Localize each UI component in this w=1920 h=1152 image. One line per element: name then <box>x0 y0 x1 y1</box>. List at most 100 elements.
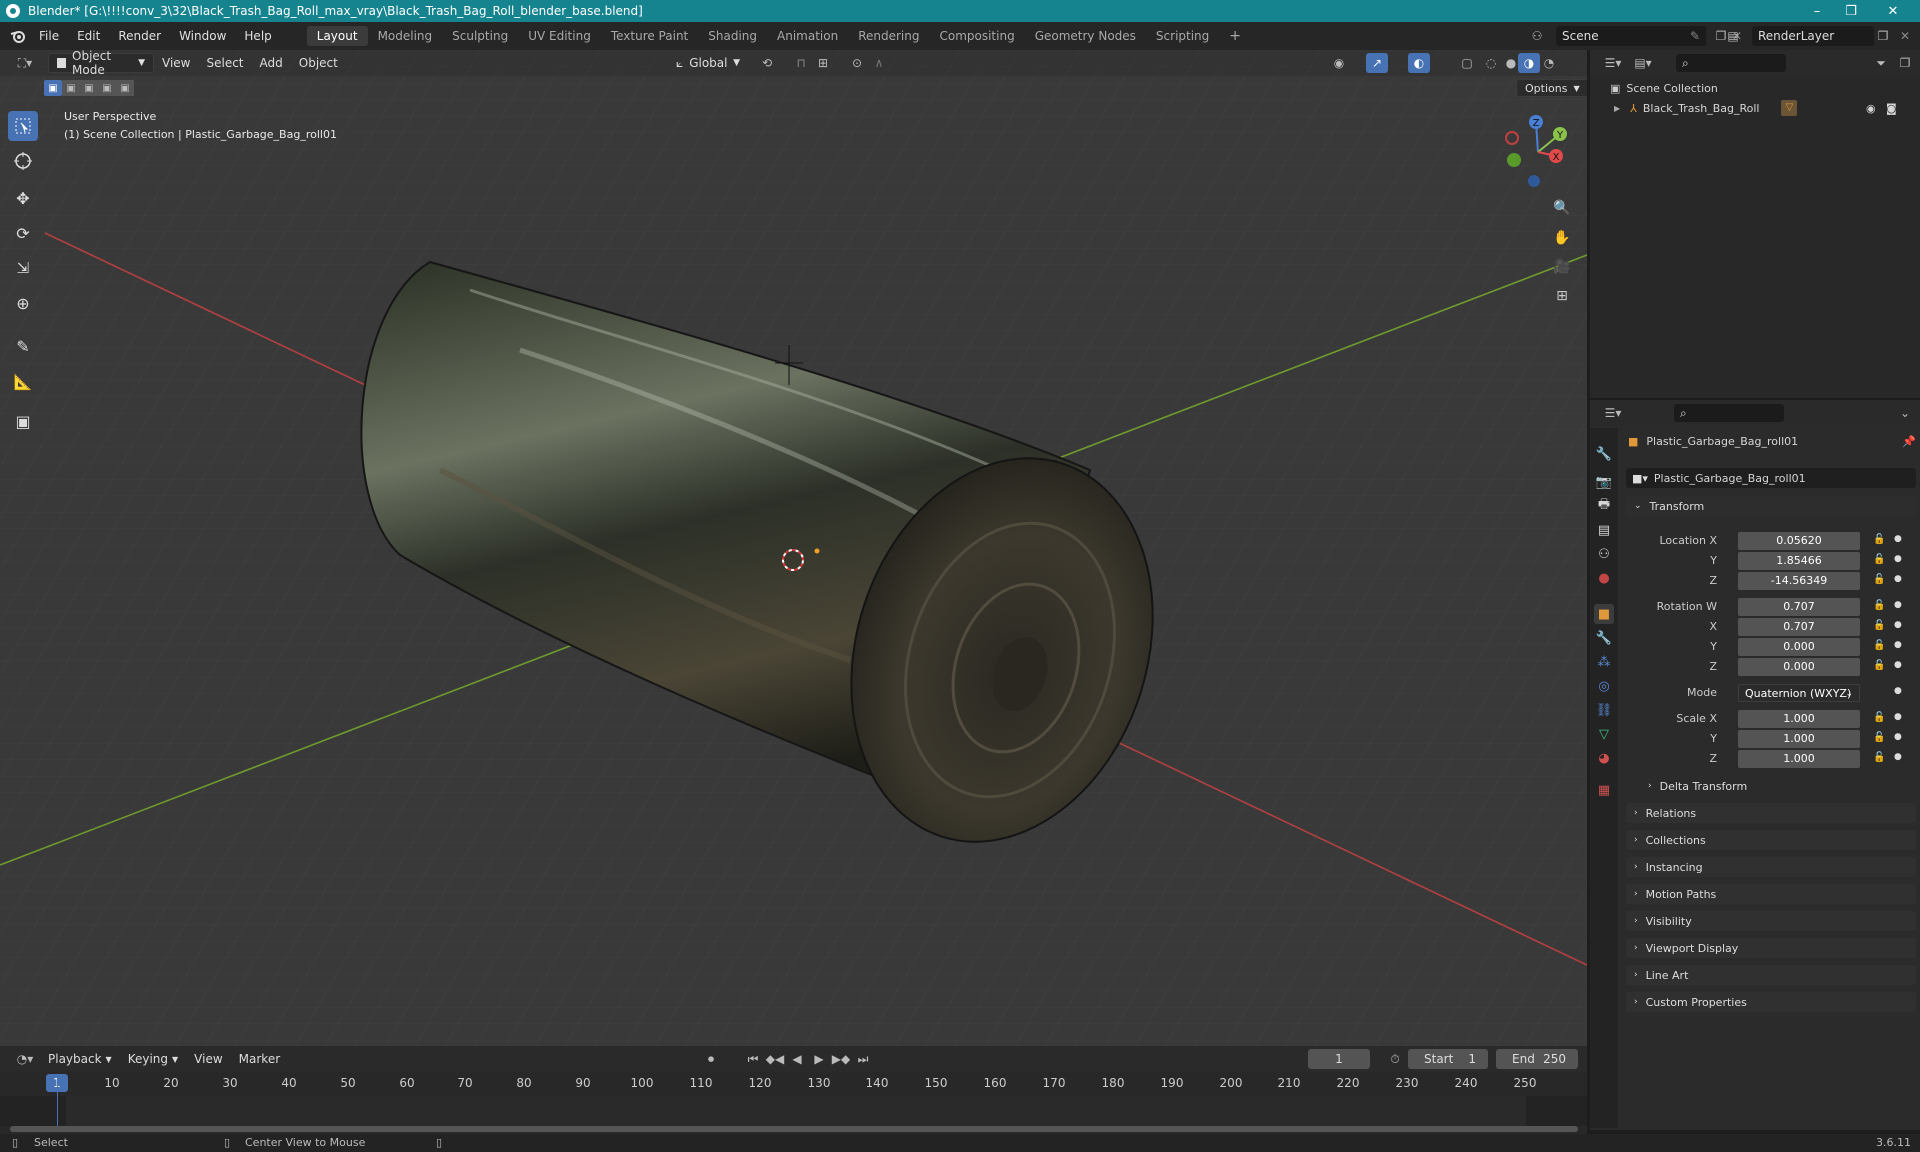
minimize-button[interactable]: – <box>1800 0 1834 22</box>
modifier-tab-icon[interactable]: 🔧 <box>1594 628 1614 648</box>
lock-icon[interactable]: 🔓 <box>1873 712 1885 723</box>
menu-help[interactable]: Help <box>235 29 280 43</box>
tab-sculpting[interactable]: Sculpting <box>442 26 518 46</box>
camera-view-icon[interactable]: 🎥 <box>1550 255 1574 279</box>
select-box-tool[interactable] <box>8 111 38 141</box>
expand-arrow-icon[interactable]: ▶ <box>1614 104 1620 113</box>
viewport-menu-add[interactable]: Add <box>252 53 291 73</box>
display-mode-icon[interactable]: ▤▾ <box>1628 53 1658 73</box>
collections-panel[interactable]: › Collections <box>1626 830 1916 850</box>
rotate-tool[interactable]: ⟳ <box>8 218 38 248</box>
annotate-tool[interactable]: ✎ <box>8 331 38 361</box>
end-frame-field[interactable]: End 250 <box>1496 1049 1578 1069</box>
constraints-tab-icon[interactable]: ⛓ <box>1594 700 1614 720</box>
viewport-menu-select[interactable]: Select <box>198 53 251 73</box>
menu-edit[interactable]: Edit <box>68 29 109 43</box>
overlay-toggle-icon[interactable]: ◐ <box>1408 53 1430 73</box>
measure-tool[interactable]: 📐 <box>8 367 38 397</box>
add-cube-tool[interactable]: ▣ <box>8 406 38 436</box>
tab-compositing[interactable]: Compositing <box>929 26 1024 46</box>
editor-type-icon[interactable]: ⛶▾ <box>10 53 40 73</box>
scale-y-field[interactable]: 1.000 <box>1738 730 1860 748</box>
timeline-editor-type-icon[interactable]: ◔▾ <box>10 1049 40 1069</box>
lock-icon[interactable]: 🔓 <box>1873 660 1885 671</box>
physics-tab-icon[interactable]: ◎ <box>1594 676 1614 696</box>
visibility-panel[interactable]: › Visibility <box>1626 911 1916 931</box>
cursor-tool[interactable] <box>8 146 38 176</box>
line-art-panel[interactable]: › Line Art <box>1626 965 1916 985</box>
prev-keyframe-icon[interactable]: ◆◀ <box>764 1049 786 1069</box>
tool-tab-icon[interactable]: 🔧 <box>1594 444 1614 464</box>
lock-icon[interactable]: 🔓 <box>1873 554 1885 565</box>
viewport-canvas[interactable] <box>0 50 1587 1046</box>
delete-render-layer-icon[interactable]: ✕ <box>1894 26 1916 46</box>
tab-scripting[interactable]: Scripting <box>1146 26 1219 46</box>
zoom-icon[interactable]: 🔍 <box>1550 196 1574 220</box>
lock-icon[interactable]: 🔓 <box>1873 640 1885 651</box>
object-tab-icon[interactable]: ■ <box>1594 604 1614 624</box>
current-frame-field[interactable]: 1 <box>1308 1049 1370 1069</box>
scale-z-field[interactable]: 1.000 <box>1738 750 1860 768</box>
gizmo-neg-y-axis[interactable] <box>1507 153 1521 167</box>
lock-icon[interactable]: 🔓 <box>1873 752 1885 763</box>
render-layer-selector[interactable]: RenderLayer <box>1752 26 1874 46</box>
keyframe-dot[interactable]: ● <box>1894 732 1902 742</box>
keyframe-dot[interactable]: ● <box>1894 660 1902 670</box>
rotation-z-field[interactable]: 0.000 <box>1738 658 1860 676</box>
jump-end-icon[interactable]: ⏭ <box>852 1049 874 1069</box>
timeline-menu-marker[interactable]: Marker <box>231 1049 288 1069</box>
location-x-field[interactable]: 0.05620 <box>1738 532 1860 550</box>
scale-tool[interactable]: ⇲ <box>8 253 38 283</box>
menu-window[interactable]: Window <box>170 29 235 43</box>
instancing-panel[interactable]: › Instancing <box>1626 857 1916 877</box>
material-tab-icon[interactable]: ◕ <box>1594 748 1614 768</box>
navigation-gizmo[interactable]: Z Y X <box>1498 112 1578 192</box>
select-intersect-icon[interactable]: ▣ <box>116 80 134 96</box>
rotation-x-field[interactable]: 0.707 <box>1738 618 1860 636</box>
lock-icon[interactable]: 🔓 <box>1873 534 1885 545</box>
rendered-shading-icon[interactable]: ◔ <box>1538 53 1560 73</box>
outliner-search-input[interactable]: ⌕ <box>1676 54 1786 72</box>
tab-modeling[interactable]: Modeling <box>368 26 443 46</box>
tab-layout[interactable]: Layout <box>306 26 368 46</box>
gizmo-neg-z-axis[interactable] <box>1528 175 1540 187</box>
timeline-menu-view[interactable]: View <box>186 1049 230 1069</box>
select-subtract-icon[interactable]: ▣ <box>80 80 98 96</box>
delta-transform-subpanel[interactable]: › Delta Transform <box>1640 776 1916 796</box>
tab-texture-paint[interactable]: Texture Paint <box>601 26 698 46</box>
texture-tab-icon[interactable]: ▦ <box>1594 780 1614 800</box>
play-reverse-icon[interactable]: ◀ <box>786 1049 808 1069</box>
rotation-y-field[interactable]: 0.000 <box>1738 638 1860 656</box>
render-tab-icon[interactable]: 📷 <box>1594 472 1614 492</box>
viewport-menu-object[interactable]: Object <box>291 53 346 73</box>
keyframe-dot[interactable]: ● <box>1894 752 1902 762</box>
new-render-layer-icon[interactable]: ❐ <box>1872 26 1894 46</box>
tab-uv-editing[interactable]: UV Editing <box>518 26 601 46</box>
options-dropdown[interactable]: Options ▼ <box>1516 79 1587 97</box>
gizmo-neg-x-axis[interactable] <box>1505 131 1519 145</box>
wireframe-shading-icon[interactable]: ◌ <box>1480 53 1502 73</box>
keyframe-dot[interactable]: ● <box>1894 640 1902 650</box>
keyframe-dot[interactable]: ● <box>1894 600 1902 610</box>
record-icon[interactable]: ⏺ <box>700 1049 722 1069</box>
viewport-display-panel[interactable]: › Viewport Display <box>1626 938 1916 958</box>
keyframe-dot[interactable]: ● <box>1894 554 1902 564</box>
timeline-menu-keying[interactable]: Keying ▼ <box>120 1049 186 1069</box>
outliner-editor-type-icon[interactable]: ☰▾ <box>1598 53 1628 73</box>
pivot-point-icon[interactable]: ⟲ <box>756 53 778 73</box>
menu-file[interactable]: File <box>30 29 68 43</box>
motion-paths-panel[interactable]: › Motion Paths <box>1626 884 1916 904</box>
visibility-icon[interactable]: ◉ <box>1328 53 1350 73</box>
timeline-scrollbar[interactable] <box>10 1126 1578 1132</box>
object-name-field[interactable]: ■▾ Plastic_Garbage_Bag_roll01 <box>1626 468 1916 488</box>
keyframe-dot[interactable]: ● <box>1894 574 1902 584</box>
particles-tab-icon[interactable]: ⁂ <box>1594 652 1614 672</box>
falloff-icon[interactable]: ∧ <box>868 53 890 73</box>
xray-toggle-icon[interactable]: ▢ <box>1456 53 1478 73</box>
blender-menu-icon[interactable] <box>6 26 30 46</box>
transform-tool[interactable]: ⊕ <box>8 288 38 318</box>
proportional-edit-icon[interactable]: ⊙ <box>846 53 868 73</box>
frame-ruler[interactable]: 1 10 20 30 40 50 60 70 80 90 100 110 120… <box>0 1074 1587 1094</box>
viewport-menu-view[interactable]: View <box>154 53 198 73</box>
scene-icon[interactable]: ⚇ <box>1526 26 1548 46</box>
